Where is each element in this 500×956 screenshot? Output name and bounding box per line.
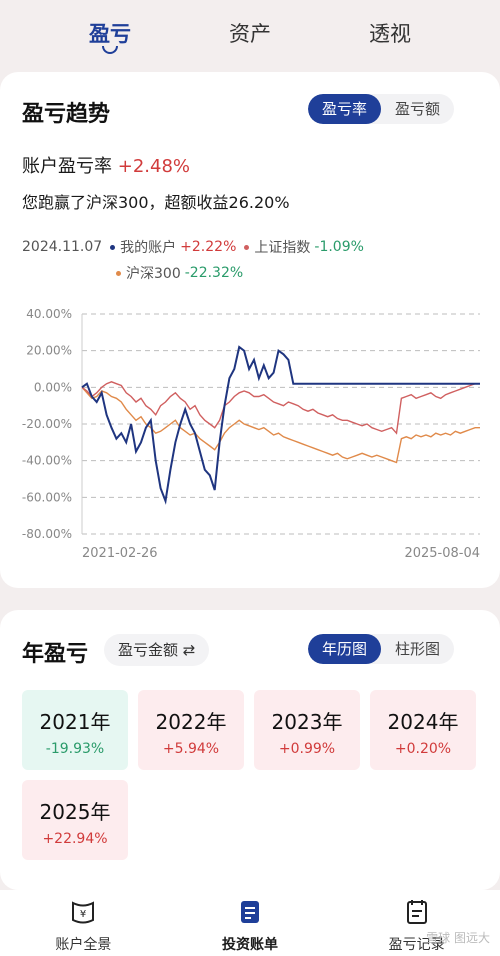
y-tick-label: 20.00% [26,344,72,358]
toggle-rate[interactable]: 盈亏率 [308,94,382,124]
year-box-2022[interactable]: 2022年 +5.94% [138,690,244,770]
tab-profit[interactable]: 盈亏 [70,18,150,54]
y-tick-label: -80.00% [22,527,72,541]
tab-profit-label: 盈亏 [89,22,131,46]
y-tick-label: -60.00% [22,490,72,504]
legend-dot-sse [244,244,250,250]
year-box-2025[interactable]: 2025年 +22.94% [22,780,128,860]
watermark: 雪球 图远大 [426,931,490,945]
year-label: 2023年 [271,710,343,734]
toggle-calendar[interactable]: 年历图 [308,634,382,664]
profit-trend-chart[interactable]: 40.00% 20.00% 0.00% -20.00% -40.00% -60.00% -8… [0,302,500,572]
year-value: +0.99% [278,741,336,757]
nav-label: 投资账单 [221,937,278,953]
nav-account-overview[interactable]: ¥ 账户全景 [23,898,143,954]
trend-title: 盈亏趋势 [22,102,111,127]
bottom-nav: ¥ 账户全景 投资账单 盈亏记录 雪球 图远大 [0,890,500,956]
year-box-2024[interactable]: 2024年 +0.20% [370,690,476,770]
trend-card: 盈亏趋势 盈亏率 盈亏额 账户盈亏率 +2.48% 您跑赢了沪深300，超额收益… [0,72,500,588]
tab-assets-label: 资产 [229,22,271,46]
series-line-1 [81,381,480,435]
account-return-label: 账户盈亏率 [22,156,112,177]
tab-insight[interactable]: 透视 [350,18,430,48]
account-return-value: +2.48% [117,156,190,177]
legend-csi-label: 沪深300 [126,266,181,282]
year-label: 2024年 [387,710,459,734]
y-tick-label: 40.00% [26,307,72,321]
year-value: +5.94% [162,741,220,757]
year-label: 2022年 [155,710,227,734]
yearly-title: 年盈亏 [22,642,89,667]
account-return: 账户盈亏率 +2.48% [22,152,190,178]
smile-icon [102,46,118,54]
legend-date: 2024.11.07 [22,239,103,255]
nav-label: 账户全景 [55,937,112,953]
tab-insight-label: 透视 [369,22,411,46]
y-tick-label: -40.00% [22,454,72,468]
chart-legend: 2024.11.07 我的账户 +2.22% 上证指数 -1.09% 沪深300… [22,234,482,286]
year-box-2023[interactable]: 2023年 +0.99% [254,690,360,770]
x-tick-label: 2025-08-04 [404,546,480,561]
x-tick-label: 2021-02-26 [82,546,158,561]
y-tick-label: -20.00% [22,417,72,431]
yearly-view-toggle: 年历图 柱形图 [308,634,455,664]
yearly-card: 年盈亏 盈亏金额 ⇄ 年历图 柱形图 2021年 -19.93% 2022年 +… [0,610,500,890]
year-box-2021[interactable]: 2021年 -19.93% [22,690,128,770]
year-value: +22.94% [42,831,108,847]
legend-mine-value: +2.22% [180,239,237,255]
tab-assets[interactable]: 资产 [210,18,290,48]
legend-mine-label: 我的账户 [120,240,177,256]
legend-sse-value: -1.09% [314,239,364,255]
y-tick-label: 0.00% [34,380,72,394]
beat-benchmark-text: 您跑赢了沪深300，超额收益26.20% [22,193,290,212]
year-value: +0.20% [394,741,452,757]
amount-switch-chip[interactable]: 盈亏金额 ⇄ [104,634,210,666]
wallet-icon: ¥ [72,901,95,924]
toggle-amount[interactable]: 盈亏额 [381,94,454,124]
bill-icon [240,901,259,923]
trend-toggle: 盈亏率 盈亏额 [308,94,455,124]
legend-sse-label: 上证指数 [254,240,311,256]
svg-text:¥: ¥ [80,909,86,920]
calendar-icon [406,900,427,924]
year-label: 2021年 [39,710,111,734]
legend-csi-value: -22.32% [184,265,244,281]
year-value: -19.93% [45,741,105,757]
toggle-bar[interactable]: 柱形图 [381,634,454,664]
top-tab-bar: 盈亏 资产 透视 [0,0,500,66]
year-label: 2025年 [39,800,111,824]
nav-investment-bill[interactable]: 投资账单 [190,898,310,954]
legend-dot-csi [116,270,121,276]
legend-dot-mine [110,244,116,250]
